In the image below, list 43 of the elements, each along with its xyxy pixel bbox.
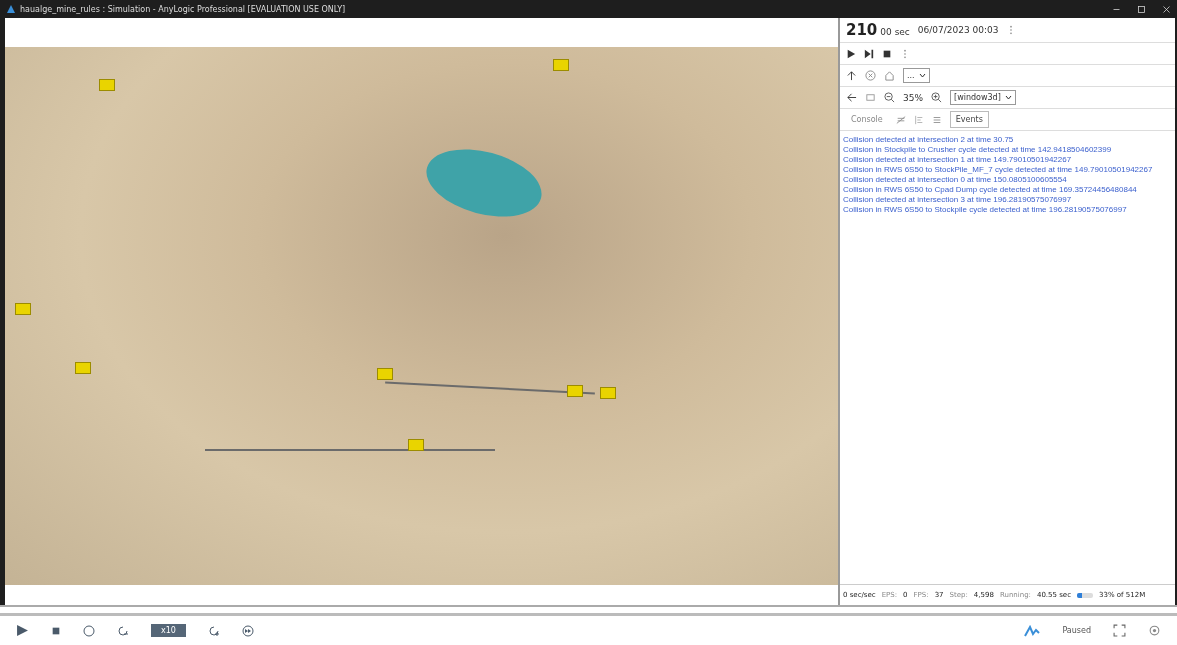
zoom-in-icon[interactable] [931,92,942,103]
settings-icon[interactable] [1148,624,1161,637]
play-icon[interactable] [846,48,856,59]
caret-icon [1004,95,1012,100]
list-icon[interactable] [931,114,942,125]
console-line: Collision in RWS 6S50 to Stockpile cycle detected at time 196.28190575076997 [843,205,1128,215]
logo-icon [6,4,16,14]
zoom-level: 35% [903,92,923,103]
real-time-icon[interactable] [83,624,95,637]
model-date: 06/07/2023 00:03 [917,25,999,35]
cancel-icon[interactable] [865,70,876,81]
console-line: Collision detected at intersection 1 at time 149.79010501942267 [843,155,1073,165]
speed-up-icon[interactable] [207,624,220,637]
maximize-icon[interactable] [1137,4,1146,14]
time-unit: 00 sec [880,27,910,37]
close-icon[interactable] [1162,4,1171,14]
fast-forward-icon[interactable] [241,624,254,637]
fullscreen-icon[interactable] [1113,624,1126,637]
console-line: Collision in RWS 6S50 to StockPile_MF_7 cycle detected at time 149.79010501942267 [843,165,1154,175]
caret-icon [918,73,926,78]
stop-icon[interactable] [51,625,61,636]
run-status: Paused [1062,626,1091,635]
console-line: Collision detected at intersection 2 at time 30.75 [843,135,1015,145]
console-line: Collision detected at intersection 3 at time 196.28190575076997 [843,195,1073,205]
clear-icon[interactable] [895,114,906,125]
model-time: 210 [846,21,878,39]
play-icon[interactable] [16,624,29,637]
stop-icon[interactable] [882,48,892,59]
console-line: Collision in RWS 6S50 to Cpad Dump cycle detected at time 169.35724456480844 [843,185,1138,195]
console-line: Collision in Stockpile to Crusher cycle detected at time 142.9418504602399 [843,145,1113,155]
logo-icon [1024,624,1041,637]
path-dropdown[interactable]: ... [903,68,930,83]
events-tab[interactable]: Events [949,111,989,128]
zoom-out-icon[interactable] [884,92,895,103]
window-title: haualge_mine_rules : Simulation - AnyLogic Professional [EVALUATION USE ONLY] [20,4,346,14]
console-line: Collision detected at intersection 0 at time 150.0805100605554 [843,175,1068,185]
step-icon[interactable] [864,48,874,59]
slow-down-icon[interactable] [117,624,129,637]
console-tab[interactable]: Console [846,112,888,127]
speed-indicator: x10 [151,624,186,637]
view-dropdown[interactable]: [window3d] [950,90,1016,105]
back-arrow-icon[interactable] [846,92,857,103]
up-arrow-icon[interactable] [846,70,857,81]
